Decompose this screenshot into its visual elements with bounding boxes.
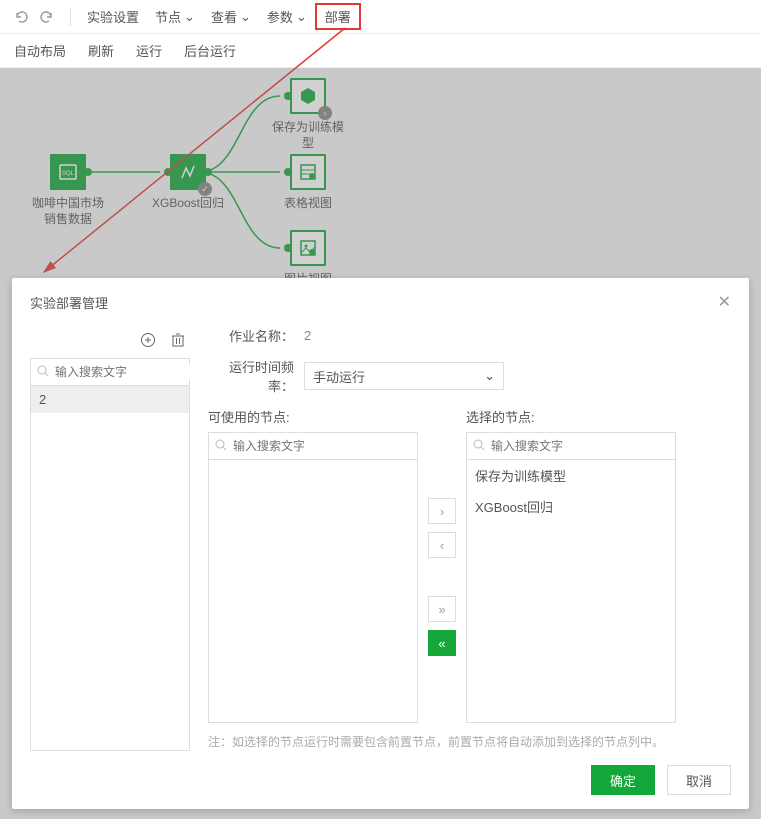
- job-search[interactable]: [30, 358, 190, 386]
- job-name-value: 2: [304, 328, 311, 343]
- menu-view[interactable]: 查看⌄: [203, 3, 259, 30]
- available-nodes-label: 可使用的节点:: [208, 407, 418, 426]
- available-search-input[interactable]: [233, 439, 411, 453]
- ok-button[interactable]: 确定: [591, 765, 655, 795]
- selected-search-input[interactable]: [491, 439, 669, 453]
- chevron-down-icon: ⌄: [484, 368, 495, 384]
- selected-search[interactable]: [466, 432, 676, 460]
- move-left-button[interactable]: ‹: [428, 532, 456, 558]
- deploy-dialog: 实验部署管理 ✕ 2 作业: [12, 278, 749, 809]
- redo-icon[interactable]: [36, 6, 58, 28]
- chevron-down-icon: ⌄: [184, 9, 195, 25]
- menu-nodes-label: 节点: [155, 7, 181, 26]
- menu-view-label: 查看: [211, 7, 237, 26]
- sub-toolbar: 自动布局 刷新 运行 后台运行: [0, 34, 761, 68]
- dialog-title: 实验部署管理: [30, 293, 108, 312]
- menu-nodes[interactable]: 节点⌄: [147, 3, 203, 30]
- selected-nodes-list[interactable]: 保存为训练模型 XGBoost回归: [466, 460, 676, 723]
- btn-run-background[interactable]: 后台运行: [184, 41, 236, 60]
- menu-deploy[interactable]: 部署: [315, 3, 361, 30]
- btn-auto-layout[interactable]: 自动布局: [14, 41, 66, 60]
- menu-params[interactable]: 参数⌄: [259, 3, 315, 30]
- close-icon[interactable]: ✕: [718, 292, 731, 312]
- menu-experiment-settings[interactable]: 实验设置: [79, 3, 147, 30]
- run-frequency-select[interactable]: 手动运行 ⌄: [304, 362, 504, 390]
- move-all-left-button[interactable]: «: [428, 630, 456, 656]
- chevron-down-icon: ⌄: [296, 9, 307, 25]
- divider: [70, 8, 71, 26]
- undo-icon[interactable]: [10, 6, 32, 28]
- delete-icon[interactable]: [168, 330, 188, 350]
- job-list: 2: [30, 386, 190, 751]
- selected-nodes-label: 选择的节点:: [466, 407, 676, 426]
- move-right-button[interactable]: ›: [428, 498, 456, 524]
- list-item[interactable]: XGBoost回归: [467, 491, 675, 522]
- list-item[interactable]: 2: [31, 386, 189, 413]
- btn-refresh[interactable]: 刷新: [88, 41, 114, 60]
- search-icon: [37, 365, 49, 380]
- cancel-button[interactable]: 取消: [667, 765, 731, 795]
- job-search-input[interactable]: [55, 365, 210, 379]
- add-icon[interactable]: [138, 330, 158, 350]
- select-value: 手动运行: [313, 367, 365, 386]
- move-all-right-button[interactable]: »: [428, 596, 456, 622]
- menu-params-label: 参数: [267, 7, 293, 26]
- dialog-note: 注：如选择的节点运行时需要包含前置节点，前置节点将自动添加到选择的节点列中。: [208, 733, 731, 751]
- chevron-down-icon: ⌄: [240, 9, 251, 25]
- job-name-label: 作业名称：: [208, 326, 304, 345]
- search-icon: [473, 439, 485, 454]
- list-item[interactable]: 保存为训练模型: [467, 460, 675, 491]
- available-search[interactable]: [208, 432, 418, 460]
- top-menu-bar: 实验设置 节点⌄ 查看⌄ 参数⌄ 部署: [0, 0, 761, 34]
- search-icon: [215, 439, 227, 454]
- available-nodes-list[interactable]: [208, 460, 418, 723]
- run-frequency-label: 运行时间频率：: [208, 357, 304, 395]
- btn-run[interactable]: 运行: [136, 41, 162, 60]
